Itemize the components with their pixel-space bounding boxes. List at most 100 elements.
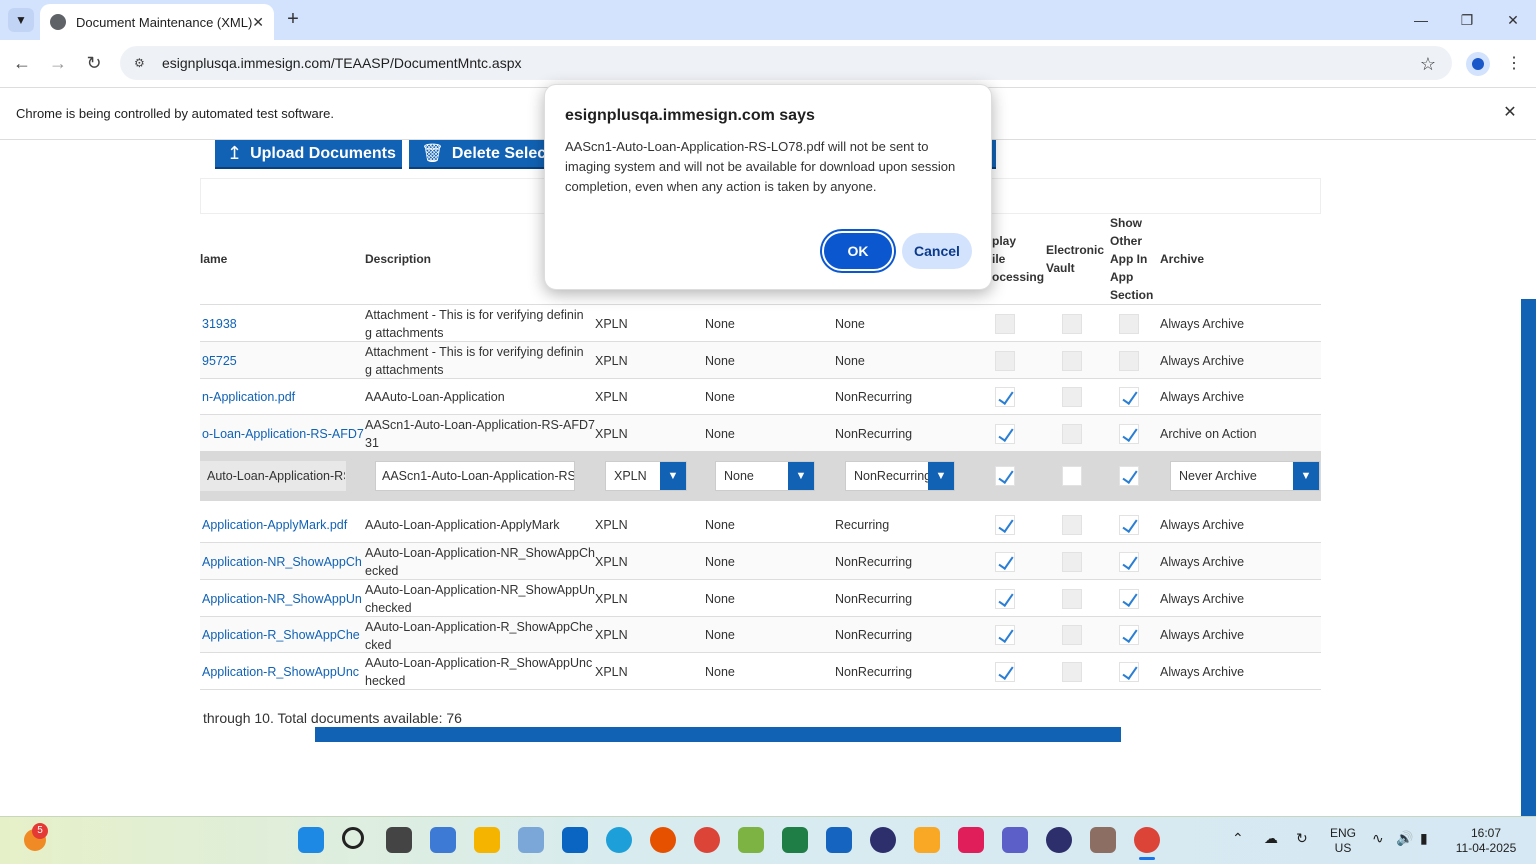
firefox-icon[interactable]: [650, 827, 676, 853]
table-row[interactable]: Application-R_ShowAppUnc AAuto-Loan-Appli…: [200, 653, 1321, 690]
upload-documents-button[interactable]: ↥ Upload Documents: [215, 140, 402, 169]
header-description[interactable]: Description: [365, 250, 431, 268]
table-row[interactable]: Application-NR_ShowAppCh AAuto-Loan-Appli…: [200, 543, 1321, 580]
tab-search-chevron-icon[interactable]: ▼: [8, 8, 34, 32]
vertical-scrollbar[interactable]: [1521, 299, 1536, 816]
show-checkbox[interactable]: [1119, 662, 1139, 682]
show-checkbox[interactable]: [1119, 552, 1139, 572]
edit-type-select[interactable]: XPLN ▼: [605, 461, 687, 491]
vault-checkbox[interactable]: [1062, 424, 1082, 444]
language-indicator[interactable]: ENG US: [1330, 826, 1356, 856]
app-icon[interactable]: [1090, 827, 1116, 853]
wifi-icon[interactable]: ∿: [1372, 831, 1384, 846]
edit-show-checkbox[interactable]: [1119, 466, 1139, 486]
clock[interactable]: 16:07 11-04-2025: [1452, 826, 1520, 856]
chevron-down-icon[interactable]: ▼: [928, 462, 954, 490]
edit-option1-select[interactable]: None ▼: [715, 461, 815, 491]
table-row[interactable]: 31938 Attachment - This is for verifying …: [200, 305, 1321, 342]
mail-icon[interactable]: [518, 827, 544, 853]
document-name-link[interactable]: Application-ApplyMark.pdf: [202, 516, 347, 534]
table-row[interactable]: Application-NR_ShowAppUn AAuto-Loan-Appli…: [200, 580, 1321, 617]
bookmark-star-icon[interactable]: ☆: [1416, 52, 1440, 76]
display-checkbox[interactable]: [995, 515, 1015, 535]
eclipse-icon-2[interactable]: [1046, 827, 1072, 853]
chevron-down-icon[interactable]: ▼: [788, 462, 814, 490]
notepad-icon[interactable]: [826, 827, 852, 853]
ok-button[interactable]: OK: [822, 231, 894, 271]
start-icon[interactable]: [298, 827, 324, 853]
photos-icon[interactable]: [738, 827, 764, 853]
close-window-icon[interactable]: ✕: [1498, 8, 1528, 32]
document-name-link[interactable]: Application-R_ShowAppUnc: [202, 663, 359, 681]
minimize-icon[interactable]: —: [1406, 8, 1436, 32]
site-info-icon[interactable]: ⚙: [134, 56, 150, 70]
document-name-link[interactable]: 31938: [202, 315, 237, 333]
vault-checkbox[interactable]: [1062, 515, 1082, 535]
outlook-icon[interactable]: [562, 827, 588, 853]
chat-icon[interactable]: [430, 827, 456, 853]
sync-icon[interactable]: ↻: [1296, 831, 1308, 846]
battery-icon[interactable]: ▮: [1420, 831, 1428, 846]
close-tab-icon[interactable]: ✕: [252, 14, 264, 31]
display-checkbox[interactable]: [995, 625, 1015, 645]
document-name-link[interactable]: n-Application.pdf: [202, 388, 295, 406]
cancel-button[interactable]: Cancel: [902, 233, 972, 269]
display-checkbox[interactable]: [995, 662, 1015, 682]
document-name-link[interactable]: Application-NR_ShowAppCh: [202, 553, 362, 571]
address-bar[interactable]: ⚙ esignplusqa.immesign.com/TEAASP/Docume…: [120, 46, 1452, 80]
display-checkbox[interactable]: [995, 387, 1015, 407]
chevron-down-icon[interactable]: ▼: [1293, 462, 1319, 490]
vault-checkbox[interactable]: [1062, 314, 1082, 334]
vault-checkbox[interactable]: [1062, 589, 1082, 609]
table-row[interactable]: Application-R_ShowAppChe AAuto-Loan-Appli…: [200, 617, 1321, 653]
vault-checkbox[interactable]: [1062, 662, 1082, 682]
show-checkbox[interactable]: [1119, 589, 1139, 609]
document-name-link[interactable]: Application-NR_ShowAppUn: [202, 590, 362, 608]
chevron-up-icon[interactable]: ⌃: [1232, 831, 1244, 846]
restore-icon[interactable]: ❐: [1452, 8, 1482, 32]
task-view-icon[interactable]: [386, 827, 412, 853]
back-icon[interactable]: ←: [10, 51, 34, 75]
search-icon[interactable]: [342, 827, 364, 849]
show-checkbox[interactable]: [1119, 424, 1139, 444]
table-row[interactable]: n-Application.pdf AAAuto-Loan-Application…: [200, 379, 1321, 415]
edit-option2-select[interactable]: NonRecurring ▼: [845, 461, 955, 491]
document-name-link[interactable]: o-Loan-Application-RS-AFD7: [202, 425, 364, 443]
onedrive-icon[interactable]: ☁: [1264, 831, 1278, 846]
pager-bar[interactable]: [315, 727, 1121, 742]
chevron-down-icon[interactable]: ▼: [660, 462, 686, 490]
vault-checkbox[interactable]: [1062, 387, 1082, 407]
profile-avatar[interactable]: [1466, 52, 1490, 76]
chrome-active-icon[interactable]: [1134, 827, 1160, 853]
document-name-link[interactable]: 95725: [202, 352, 237, 370]
edit-description-field[interactable]: AAScn1-Auto-Loan-Application-RS-: [375, 461, 575, 491]
snipping-tool-icon[interactable]: [914, 827, 940, 853]
file-explorer-icon[interactable]: [474, 827, 500, 853]
show-checkbox[interactable]: [1119, 515, 1139, 535]
slack-icon[interactable]: [958, 827, 984, 853]
edit-name-field[interactable]: Auto-Loan-Application-RS-: [200, 461, 346, 491]
display-checkbox[interactable]: [995, 314, 1015, 334]
edit-display-checkbox[interactable]: [995, 466, 1015, 486]
table-row[interactable]: 95725 Attachment - This is for verifying …: [200, 342, 1321, 379]
document-name-link[interactable]: Application-R_ShowAppChe: [202, 626, 360, 644]
show-checkbox[interactable]: [1119, 387, 1139, 407]
table-row[interactable]: o-Loan-Application-RS-AFD7 AAScn1-Auto-Lo…: [200, 415, 1321, 452]
show-checkbox[interactable]: [1119, 625, 1139, 645]
edge-icon[interactable]: [606, 827, 632, 853]
display-checkbox[interactable]: [995, 589, 1015, 609]
volume-icon[interactable]: 🔊: [1396, 831, 1413, 846]
forward-icon[interactable]: →: [46, 51, 70, 75]
show-checkbox[interactable]: [1119, 351, 1139, 371]
eclipse-icon[interactable]: [870, 827, 896, 853]
vault-checkbox[interactable]: [1062, 351, 1082, 371]
new-tab-button[interactable]: +: [282, 8, 304, 32]
edit-archive-select[interactable]: Never Archive ▼: [1170, 461, 1320, 491]
display-checkbox[interactable]: [995, 424, 1015, 444]
reload-icon[interactable]: ↻: [82, 51, 106, 75]
chrome-icon[interactable]: [694, 827, 720, 853]
edit-vault-checkbox[interactable]: [1062, 466, 1082, 486]
teams-icon[interactable]: [1002, 827, 1028, 853]
header-archive[interactable]: Archive: [1160, 250, 1204, 268]
display-checkbox[interactable]: [995, 351, 1015, 371]
